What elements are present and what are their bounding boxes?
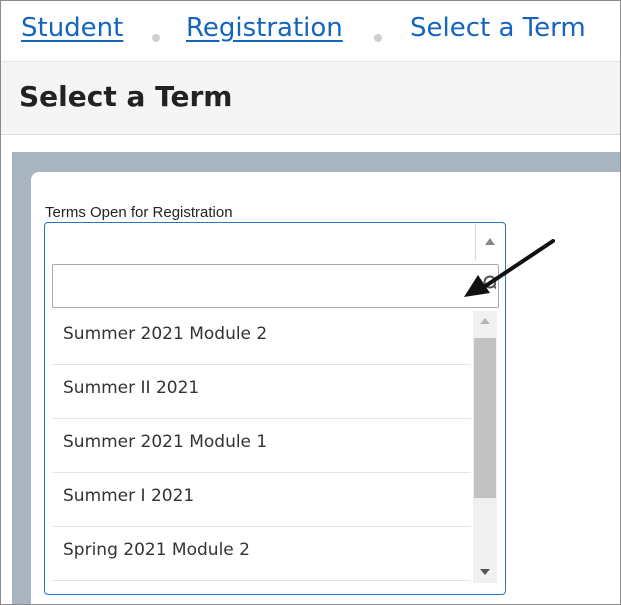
breadcrumb: Student Registration Select a Term xyxy=(1,1,620,62)
term-options-list: Summer 2021 Module 2 Summer II 2021 Summ… xyxy=(53,311,471,583)
breadcrumb-separator xyxy=(152,34,160,42)
scroll-down-arrow-icon[interactable] xyxy=(480,569,490,575)
term-option-label: Summer 2021 Module 1 xyxy=(63,432,268,452)
term-option[interactable]: Summer II 2021 xyxy=(53,365,471,419)
term-option-label: Summer II 2021 xyxy=(63,378,200,398)
breadcrumb-registration-link[interactable]: Registration xyxy=(186,13,343,43)
term-option[interactable]: Spring 2021 Module 2 xyxy=(53,527,471,581)
term-option[interactable]: Summer I 2021 xyxy=(53,473,471,527)
scroll-up-arrow-icon[interactable] xyxy=(480,318,490,324)
term-search-input[interactable] xyxy=(52,264,499,308)
term-option-label: Summer I 2021 xyxy=(63,486,195,506)
options-scrollbar[interactable] xyxy=(473,311,497,583)
term-option[interactable]: Summer 2021 Module 1 xyxy=(53,419,471,473)
annotation-arrow-icon xyxy=(464,239,555,297)
page-header: Select a Term xyxy=(1,62,620,135)
term-option-label: Spring 2021 Module 2 xyxy=(63,540,250,560)
terms-field-label: Terms Open for Registration xyxy=(45,204,233,221)
breadcrumb-separator xyxy=(374,34,382,42)
term-option-label: Summer 2021 Module 2 xyxy=(63,324,268,344)
scrollbar-thumb[interactable] xyxy=(474,338,496,498)
breadcrumb-student-link[interactable]: Student xyxy=(21,13,123,43)
app-frame: Student Registration Select a Term Selec… xyxy=(0,0,621,605)
breadcrumb-current-page: Select a Term xyxy=(410,13,586,43)
page-title: Select a Term xyxy=(19,80,233,113)
term-option[interactable]: Summer 2021 Module 2 xyxy=(53,311,471,365)
